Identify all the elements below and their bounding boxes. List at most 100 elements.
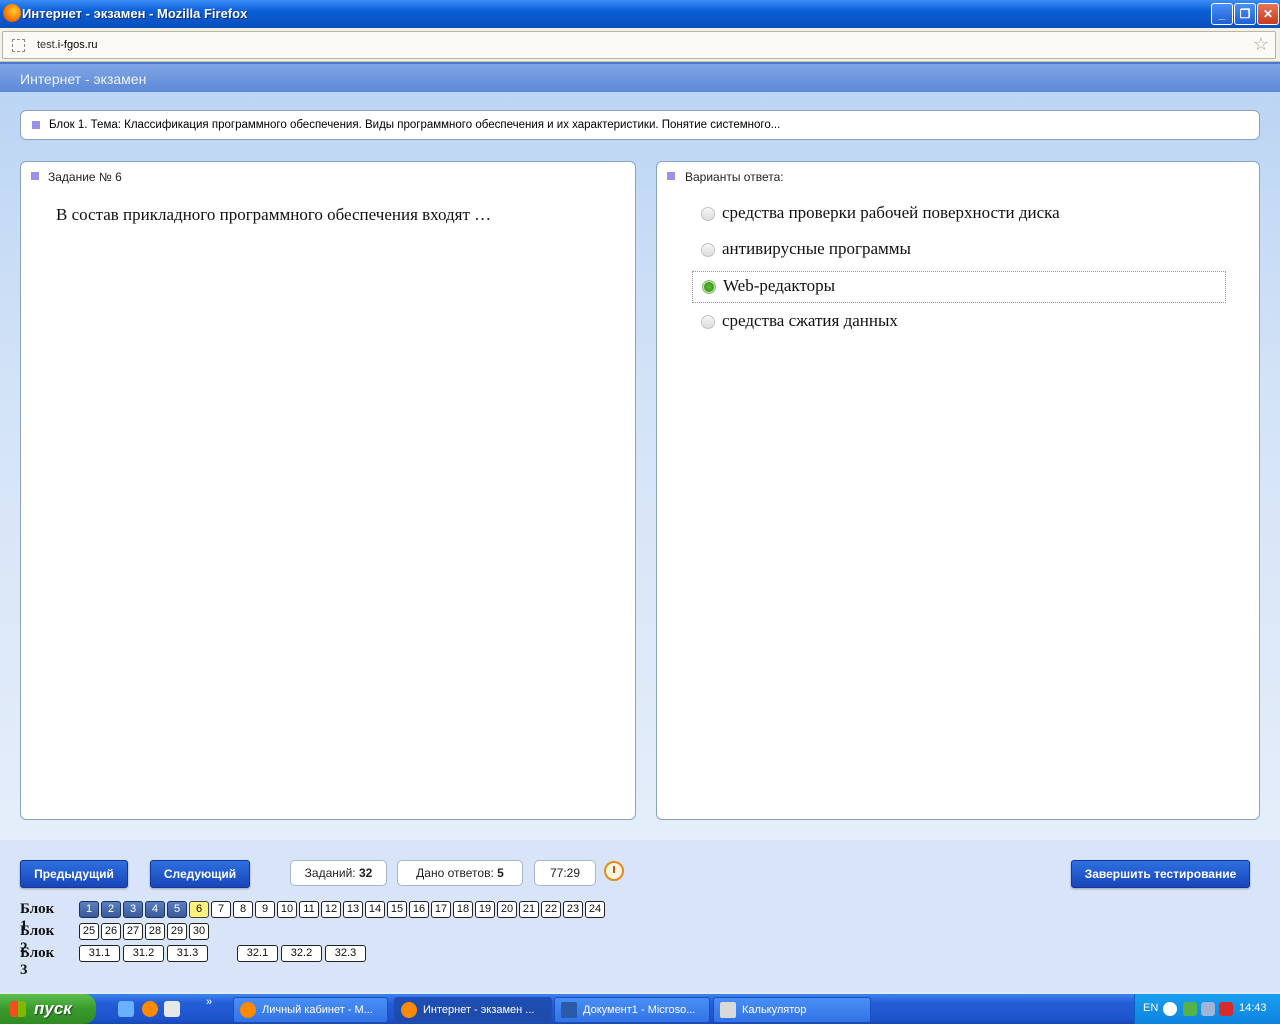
radio-button[interactable] <box>701 243 715 257</box>
answered-count: Дано ответов: 5 <box>397 860 523 886</box>
question-cell[interactable]: 18 <box>453 901 473 918</box>
exam-controls: Предыдущий Следующий Заданий: 32 Дано от… <box>0 840 1280 992</box>
topic-text: Блок 1. Тема: Классификация программного… <box>49 119 781 131</box>
question-cell[interactable]: 29 <box>167 923 187 940</box>
question-cell[interactable]: 12 <box>321 901 341 918</box>
window-title: Интернет - экзамен - Mozilla Firefox <box>22 6 248 21</box>
answer-option[interactable]: средства проверки рабочей поверхности ди… <box>692 199 1224 229</box>
system-tray: EN 14:43 <box>1134 994 1280 1024</box>
question-cell[interactable]: 11 <box>299 901 319 918</box>
firefox-icon[interactable] <box>142 1001 158 1017</box>
firefox-icon <box>401 1002 417 1018</box>
word-icon <box>561 1002 577 1018</box>
taskbar-item[interactable]: Документ1 - Microso... <box>554 997 710 1023</box>
question-cell[interactable]: 25 <box>79 923 99 940</box>
taskbar-item-active[interactable]: Интернет - экзамен ... <box>394 997 552 1023</box>
bullet-icon <box>667 172 675 180</box>
question-cell[interactable]: 32.2 <box>281 945 322 962</box>
question-cell[interactable]: 3 <box>123 901 143 918</box>
answers-heading: Варианты ответа: <box>685 170 784 184</box>
taskbar: пуск » Личный кабинет - M... Интернет - … <box>0 994 1280 1024</box>
question-cell[interactable]: 5 <box>167 901 187 918</box>
question-cell[interactable]: 13 <box>343 901 363 918</box>
firefox-icon <box>3 4 21 22</box>
bullet-icon <box>31 172 39 180</box>
question-cell[interactable]: 22 <box>541 901 561 918</box>
question-cell[interactable]: 32.1 <box>237 945 278 962</box>
question-cell[interactable]: 17 <box>431 901 451 918</box>
bullet-icon <box>32 121 40 129</box>
question-cell[interactable]: 15 <box>387 901 407 918</box>
start-button[interactable]: пуск <box>0 994 96 1024</box>
answer-option[interactable]: антивирусные программы <box>692 235 1224 265</box>
question-cell[interactable]: 28 <box>145 923 165 940</box>
next-button[interactable]: Следующий <box>150 860 250 888</box>
ie-icon[interactable] <box>118 1001 134 1017</box>
question-cell[interactable]: 21 <box>519 901 539 918</box>
tray-expand-icon[interactable] <box>1163 1002 1177 1016</box>
scanner-icon[interactable] <box>164 1001 180 1017</box>
firefox-icon <box>240 1002 256 1018</box>
question-cell[interactable]: 31.3 <box>167 945 208 962</box>
question-cell[interactable]: 9 <box>255 901 275 918</box>
finish-test-button[interactable]: Завершить тестирование <box>1071 860 1250 888</box>
answer-option-selected[interactable]: Web-редакторы <box>692 271 1226 303</box>
question-cell[interactable]: 19 <box>475 901 495 918</box>
question-panel: Задание № 6 В состав прикладного програм… <box>20 161 636 820</box>
question-cell[interactable]: 24 <box>585 901 605 918</box>
question-cell[interactable]: 6 <box>189 901 209 918</box>
question-cell[interactable]: 30 <box>189 923 209 940</box>
safely-remove-icon[interactable] <box>1201 1002 1215 1016</box>
language-indicator[interactable]: EN <box>1143 1002 1158 1014</box>
question-cell[interactable]: 14 <box>365 901 385 918</box>
antivirus-icon[interactable] <box>1219 1002 1233 1016</box>
answer-label: средства сжатия данных <box>722 311 898 330</box>
question-cell[interactable]: 26 <box>101 923 121 940</box>
radio-button-checked[interactable] <box>702 280 716 294</box>
task-heading: Задание № 6 <box>48 170 122 184</box>
calculator-icon <box>720 1002 736 1018</box>
taskbar-item[interactable]: Калькулятор <box>713 997 871 1023</box>
address-bar: test.i-fgos.ru ☆ <box>0 28 1280 62</box>
quicklaunch-expand-icon[interactable]: » <box>206 996 212 1008</box>
radio-button[interactable] <box>701 207 715 221</box>
page-title: Интернет - экзамен <box>20 71 147 87</box>
url-field[interactable]: test.i-fgos.ru ☆ <box>2 31 1276 59</box>
restore-button[interactable]: ❐ <box>1234 3 1256 25</box>
question-cell[interactable]: 1 <box>79 901 99 918</box>
url-text: test.i-fgos.ru <box>37 39 98 51</box>
question-cell[interactable]: 27 <box>123 923 143 940</box>
network-icon[interactable] <box>1183 1002 1197 1016</box>
clock: 14:43 <box>1239 1002 1267 1014</box>
question-cell[interactable]: 2 <box>101 901 121 918</box>
question-cell[interactable]: 31.2 <box>123 945 164 962</box>
answer-option[interactable]: средства сжатия данных <box>692 307 1224 337</box>
radio-button[interactable] <box>701 315 715 329</box>
close-button[interactable]: ✕ <box>1257 3 1279 25</box>
question-cell[interactable]: 10 <box>277 901 297 918</box>
bookmark-star-icon[interactable]: ☆ <box>1253 34 1269 55</box>
topic-panel: Блок 1. Тема: Классификация программного… <box>20 110 1260 140</box>
answer-label: антивирусные программы <box>722 239 911 258</box>
block-label: Блок 3 <box>20 945 55 978</box>
question-cell[interactable]: 8 <box>233 901 253 918</box>
minimize-button[interactable]: _ <box>1211 3 1233 25</box>
question-cell[interactable]: 4 <box>145 901 165 918</box>
timer: 77:29 <box>534 860 596 886</box>
answer-label: средства проверки рабочей поверхности ди… <box>722 203 1060 222</box>
answer-label: Web-редакторы <box>723 276 836 295</box>
taskbar-item[interactable]: Личный кабинет - M... <box>233 997 388 1023</box>
alarm-clock-icon <box>604 861 624 881</box>
question-cell[interactable]: 23 <box>563 901 583 918</box>
question-cell[interactable]: 20 <box>497 901 517 918</box>
question-cell[interactable]: 16 <box>409 901 429 918</box>
exam-content: Блок 1. Тема: Классификация программного… <box>0 92 1280 840</box>
question-cell[interactable]: 32.3 <box>325 945 366 962</box>
page-icon <box>12 39 25 52</box>
question-cell[interactable]: 31.1 <box>79 945 120 962</box>
question-cell[interactable]: 7 <box>211 901 231 918</box>
page-header: Интернет - экзамен <box>0 62 1280 94</box>
question-text: В состав прикладного программного обеспе… <box>56 205 492 224</box>
previous-button[interactable]: Предыдущий <box>20 860 128 888</box>
tasks-count: Заданий: 32 <box>290 860 387 886</box>
